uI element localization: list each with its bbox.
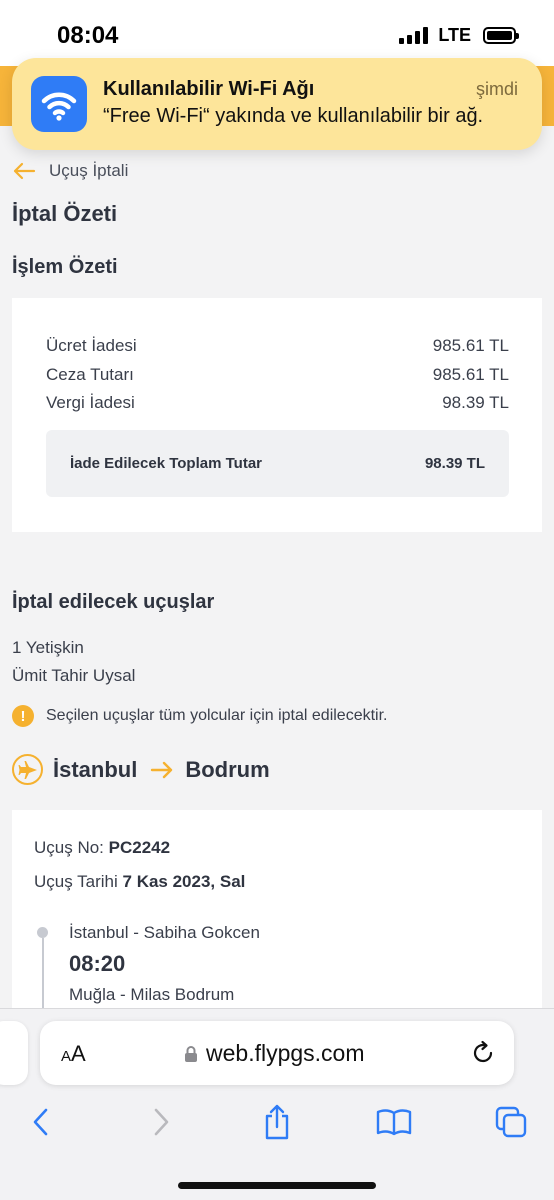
book-icon [376, 1109, 412, 1136]
share-icon [265, 1104, 289, 1140]
route-destination: Bodrum [185, 756, 270, 782]
status-time: 08:04 [57, 22, 119, 49]
cellular-signal-icon [399, 27, 429, 44]
summary-row-tax-refund: Vergi İadesi 98.39 TL [46, 393, 509, 413]
wifi-icon [31, 76, 87, 132]
network-type: LTE [438, 25, 471, 45]
summary-section-title: İşlem Özeti [12, 256, 118, 278]
summary-row-penalty: Ceza Tutarı 985.61 TL [46, 365, 509, 385]
flight-route: İstanbul Bodrum [12, 754, 270, 785]
battery-icon [483, 27, 519, 44]
url-display[interactable]: web.flypgs.com [184, 1040, 365, 1067]
page-settings-button[interactable]: AA [61, 1041, 86, 1067]
home-indicator [178, 1182, 376, 1189]
forward-button[interactable] [141, 1102, 181, 1142]
total-refund-label: İade Edilecek Toplam Tutar [70, 455, 262, 472]
flight-date-row: Uçuş Tarihi 7 Kas 2023, Sal [34, 872, 245, 892]
lock-icon [185, 1045, 197, 1062]
status-indicators: LTE [399, 25, 519, 46]
notification-body: “Free Wi-Fi“ yakında ve kullanılabilir b… [103, 105, 484, 127]
summary-label: Ücret İadesi [46, 336, 137, 355]
warning-text: Seçilen uçuşlar tüm yolcular için iptal … [46, 707, 388, 724]
previous-tab-preview[interactable] [0, 1021, 28, 1085]
reload-icon[interactable] [470, 1040, 496, 1066]
airplane-icon [12, 754, 43, 785]
route-origin: İstanbul [53, 756, 138, 782]
summary-value: 985.61 TL [432, 336, 509, 355]
chevron-left-icon [33, 1108, 48, 1136]
summary-row-fare-refund: Ücret İadesi 985.61 TL [46, 336, 509, 356]
flight-card: Uçuş No: PC2242 Uçuş Tarihi 7 Kas 2023, … [12, 810, 542, 1020]
page-title: İptal Özeti [12, 201, 118, 226]
summary-label: Ceza Tutarı [46, 365, 134, 384]
bookmarks-button[interactable] [374, 1102, 414, 1142]
back-arrow-icon [13, 162, 36, 180]
share-button[interactable] [257, 1102, 297, 1142]
tabs-button[interactable] [491, 1102, 531, 1142]
status-bar: 08:04 LTE [0, 0, 554, 66]
flight-number: PC2242 [108, 838, 171, 857]
notification-title: Kullanılabilir Wi-Fi Ağı [103, 78, 315, 100]
arrow-right-icon [151, 761, 173, 778]
timeline-dot [37, 927, 48, 938]
tabs-icon [495, 1106, 527, 1138]
back-button[interactable] [21, 1102, 61, 1142]
url-text: web.flypgs.com [206, 1040, 365, 1066]
flight-date: 7 Kas 2023, Sal [122, 872, 246, 891]
address-bar[interactable]: AA web.flypgs.com [40, 1021, 514, 1085]
departure-airport: İstanbul - Sabiha Gokcen [69, 923, 260, 942]
passenger-name: Ümit Tahir Uysal [12, 666, 136, 685]
flight-date-label: Uçuş Tarihi [34, 872, 118, 891]
breadcrumb-label: Uçuş İptali [49, 161, 129, 180]
cancellation-warning: ! Seçilen uçuşlar tüm yolcular için ipta… [12, 705, 387, 727]
summary-card: Ücret İadesi 985.61 TL Ceza Tutarı 985.6… [12, 298, 542, 532]
wifi-notification[interactable]: Kullanılabilir Wi-Fi Ağı şimdi “Free Wi-… [12, 58, 542, 150]
breadcrumb[interactable]: Uçuş İptali [12, 161, 128, 181]
chevron-right-icon [154, 1108, 169, 1136]
passenger-count: 1 Yetişkin [12, 638, 84, 657]
total-refund-box: İade Edilecek Toplam Tutar 98.39 TL [46, 430, 509, 497]
arrival-airport: Muğla - Milas Bodrum [69, 985, 235, 1004]
notification-time: şimdi [475, 79, 518, 99]
summary-value: 98.39 TL [442, 393, 509, 412]
departure-time: 08:20 [69, 951, 126, 976]
exclamation-icon: ! [12, 705, 34, 727]
total-refund-value: 98.39 TL [424, 455, 485, 472]
flights-section-title: İptal edilecek uçuşlar [12, 591, 215, 613]
browser-toolbar: AA web.flypgs.com [0, 1008, 554, 1200]
flight-number-row: Uçuş No: PC2242 [34, 838, 170, 858]
flight-number-label: Uçuş No: [34, 838, 104, 857]
summary-label: Vergi İadesi [46, 393, 135, 412]
timeline-line [42, 938, 44, 1018]
summary-value: 985.61 TL [432, 365, 509, 384]
